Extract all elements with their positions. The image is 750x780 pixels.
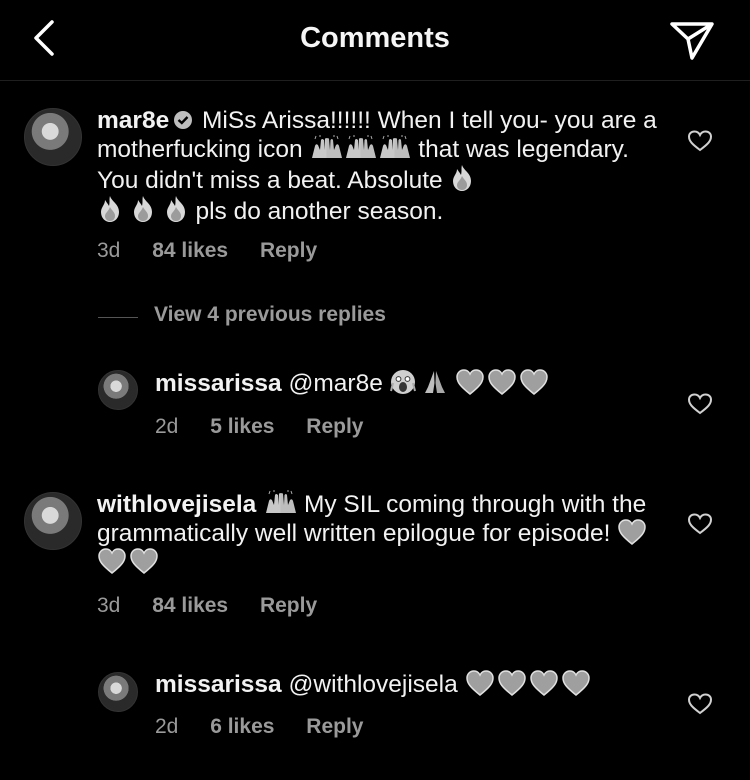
comment-meta: 3d 84 likes Reply (97, 594, 343, 618)
comment-meta: 3d 84 likes Reply (97, 239, 343, 263)
folded-hands-icon (425, 371, 446, 393)
reply-button[interactable]: Reply (260, 239, 317, 262)
paper-plane-icon[interactable] (668, 18, 716, 62)
grey-heart-icon (520, 369, 549, 395)
comment-username[interactable]: missarissa (155, 370, 282, 397)
comment-time: 3d (97, 594, 121, 617)
grey-heart-icon (529, 670, 558, 696)
comment-username[interactable]: mar8e (97, 107, 169, 134)
heart-icon[interactable] (687, 392, 713, 416)
grey-heart-icon (98, 548, 126, 574)
avatar[interactable] (24, 492, 82, 550)
comment-meta: 2d 6 likes Reply (155, 715, 389, 739)
fire-icon (101, 196, 119, 222)
comment-likes[interactable]: 84 likes (152, 594, 228, 617)
comment-username[interactable]: missarissa (155, 671, 282, 698)
fire-icon (453, 165, 472, 191)
raising-hands-icon (345, 135, 377, 159)
verified-badge-icon (174, 111, 193, 129)
reply-button[interactable]: Reply (306, 415, 363, 438)
comment-likes[interactable]: 84 likes (152, 239, 228, 262)
heart-icon[interactable] (687, 692, 713, 716)
raising-hands-icon (265, 490, 297, 514)
page-title: Comments (300, 22, 450, 54)
comment-body-part: pls do another season. (195, 198, 444, 225)
raising-hands-icon (311, 135, 343, 159)
grey-heart-icon (488, 369, 517, 395)
comment-likes[interactable]: 6 likes (210, 715, 274, 738)
comment-time: 3d (97, 239, 121, 262)
avatar[interactable] (98, 672, 138, 712)
comment-text: mar8e MiSs Arissa!!!!!! When I tell you-… (97, 106, 657, 226)
comment-likes[interactable]: 5 likes (210, 415, 274, 438)
comment-meta: 2d 5 likes Reply (155, 415, 389, 439)
grey-heart-icon (497, 670, 526, 696)
grey-heart-icon (465, 670, 494, 696)
grey-heart-icon (618, 519, 646, 545)
comment-time: 2d (155, 715, 179, 738)
screaming-face-icon (389, 370, 416, 394)
heart-icon[interactable] (687, 129, 713, 153)
comment-time: 2d (155, 415, 179, 438)
raising-hands-icon (379, 135, 411, 159)
divider (98, 317, 138, 318)
comment-text: missarissa @withlovejisela (155, 670, 655, 699)
avatar[interactable] (98, 370, 138, 410)
comment-mention[interactable]: @mar8e (289, 370, 383, 397)
reply-button[interactable]: Reply (260, 594, 317, 617)
fire-icon (133, 196, 152, 222)
comments-header: Comments (0, 0, 750, 81)
heart-icon[interactable] (687, 512, 713, 536)
grey-heart-icon (456, 369, 485, 395)
grey-heart-icon (130, 548, 158, 574)
comment-username[interactable]: withlovejisela (97, 491, 256, 518)
grey-heart-icon (561, 670, 590, 696)
avatar[interactable] (24, 108, 82, 166)
comment-text: withlovejisela My SIL coming through wit… (97, 490, 657, 577)
comment-text: missarissa @mar8e (155, 369, 655, 398)
fire-icon (166, 196, 185, 222)
comment-mention[interactable]: @withlovejisela (289, 671, 458, 698)
view-replies-label[interactable]: View 4 previous replies (154, 303, 386, 327)
reply-button[interactable]: Reply (306, 715, 363, 738)
